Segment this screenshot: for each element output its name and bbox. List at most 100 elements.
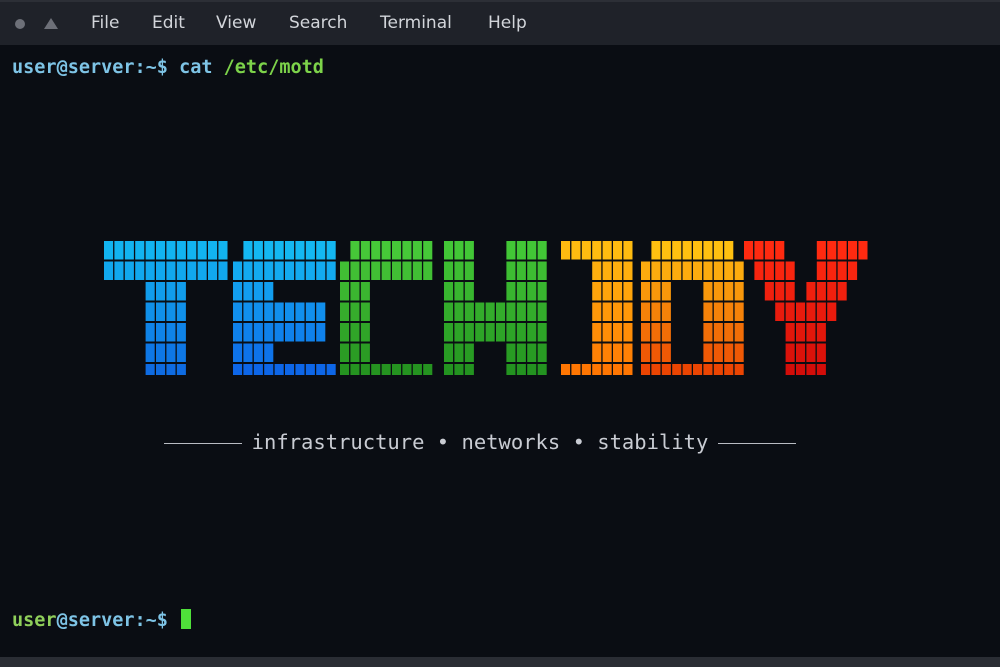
logo-block <box>816 343 826 362</box>
logo-block <box>423 261 433 280</box>
terminal-area[interactable]: user@server:~$ cat /etc/motd infrastruct… <box>0 45 1000 657</box>
logo-block <box>724 343 734 362</box>
logo-block <box>602 261 612 280</box>
logo-block <box>454 343 464 362</box>
logo-block <box>661 241 671 260</box>
logo-block <box>402 364 412 375</box>
logo-block <box>724 364 734 375</box>
logo-block <box>693 241 703 260</box>
logo-block <box>253 282 263 301</box>
logo-block <box>816 282 826 301</box>
logo-block <box>796 302 806 321</box>
logo-block <box>816 261 826 280</box>
logo-block <box>285 241 295 260</box>
menu-edit[interactable]: Edit <box>152 13 185 33</box>
logo-block <box>156 323 166 342</box>
logo-block <box>360 302 370 321</box>
logo-block <box>166 282 176 301</box>
logo-block <box>516 302 526 321</box>
logo-block <box>145 261 155 280</box>
logo-block <box>661 364 671 375</box>
logo-block <box>527 302 537 321</box>
logo-letter-c <box>340 241 433 375</box>
logo-block <box>592 302 602 321</box>
logo-block <box>326 261 336 280</box>
logo-block <box>233 282 243 301</box>
logo-block <box>243 241 253 260</box>
logo-block <box>253 302 263 321</box>
logo-block <box>506 282 516 301</box>
logo-block <box>233 302 243 321</box>
logo-block <box>641 282 651 301</box>
logo-block <box>360 282 370 301</box>
command-line: user@server:~$ cat /etc/motd <box>12 57 324 78</box>
logo-block <box>496 323 506 342</box>
logo-block <box>316 302 326 321</box>
logo-block <box>496 302 506 321</box>
logo-block <box>295 323 305 342</box>
logo-block <box>423 241 433 260</box>
logo-block <box>806 282 816 301</box>
logo-block <box>274 364 284 375</box>
logo-block <box>274 261 284 280</box>
logo-block <box>305 302 315 321</box>
logo-block <box>724 323 734 342</box>
window-triangle-icon[interactable] <box>44 18 58 29</box>
logo-block <box>253 343 263 362</box>
logo-block <box>264 343 274 362</box>
menu-terminal[interactable]: Terminal <box>380 13 452 33</box>
logo-block <box>693 261 703 280</box>
divider-left <box>163 442 242 444</box>
logo-block <box>537 261 547 280</box>
logo-block <box>785 302 795 321</box>
logo-block <box>444 261 454 280</box>
logo-block <box>516 364 526 375</box>
logo-block <box>264 282 274 301</box>
logo-block <box>816 323 826 342</box>
logo-block <box>350 343 360 362</box>
logo-block <box>764 241 774 260</box>
logo-block <box>316 241 326 260</box>
logo-block <box>613 261 623 280</box>
window-close-dot-icon[interactable] <box>15 19 25 29</box>
logo-block <box>623 241 633 260</box>
logo-block <box>592 261 602 280</box>
logo-block <box>806 343 816 362</box>
prompt-host: @server:~$ <box>56 57 168 78</box>
logo-block <box>295 364 305 375</box>
prompt-line[interactable]: user@server:~$ <box>12 609 192 631</box>
logo-block <box>796 364 806 375</box>
logo-block <box>360 261 370 280</box>
logo-block <box>316 261 326 280</box>
menu-help[interactable]: Help <box>488 13 527 33</box>
logo-block <box>506 241 516 260</box>
logo-block <box>166 302 176 321</box>
menu-file[interactable]: File <box>91 13 119 33</box>
logo-block <box>672 241 682 260</box>
logo-block <box>592 323 602 342</box>
logo-block <box>754 261 764 280</box>
logo-block <box>145 302 155 321</box>
logo-block <box>713 282 723 301</box>
logo-block <box>316 323 326 342</box>
logo-block <box>602 302 612 321</box>
logo-block <box>641 323 651 342</box>
logo-block <box>506 364 516 375</box>
logo-block <box>350 302 360 321</box>
logo-block <box>360 323 370 342</box>
logo-block <box>350 364 360 375</box>
menu-view[interactable]: View <box>216 13 256 33</box>
logo-block <box>176 241 186 260</box>
logo-block <box>537 343 547 362</box>
logo-block <box>381 364 391 375</box>
logo-block <box>145 343 155 362</box>
logo-block <box>527 364 537 375</box>
logo-block <box>661 302 671 321</box>
logo-block <box>516 323 526 342</box>
logo-block <box>672 261 682 280</box>
menu-search[interactable]: Search <box>289 13 347 33</box>
logo-block <box>713 302 723 321</box>
logo-letter-j <box>561 241 633 375</box>
logo-block <box>253 261 263 280</box>
cursor <box>181 609 192 629</box>
